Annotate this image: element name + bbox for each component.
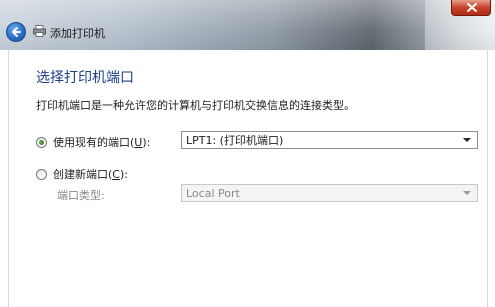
existing-port-select[interactable]: LPT1: (打印机端口) — [181, 131, 478, 149]
port-type-value: Local Port — [186, 186, 240, 200]
create-new-port-label: 创建新端口(C): — [53, 168, 128, 181]
use-existing-port-radio[interactable] — [36, 136, 47, 148]
chevron-down-icon — [463, 138, 471, 142]
existing-port-value: LPT1: (打印机端口) — [186, 134, 284, 147]
printer-icon — [33, 25, 46, 37]
close-button[interactable] — [451, 0, 491, 16]
create-new-port-radio[interactable] — [36, 168, 47, 180]
back-arrow-icon — [12, 27, 21, 37]
window-title: 添加打印机 — [50, 27, 105, 40]
wizard-content: 选择打印机端口 打印机端口是一种允许您的计算机与打印机交换信息的连接类型。 使用… — [8, 50, 488, 307]
page-heading: 选择打印机端口 — [36, 70, 134, 86]
chevron-down-icon — [463, 191, 471, 195]
port-type-select[interactable]: Local Port — [181, 184, 478, 202]
port-type-label: 端口类型: — [57, 189, 105, 202]
use-existing-port-option[interactable]: 使用现有的端口(U): — [36, 134, 150, 150]
close-icon — [467, 3, 477, 12]
page-description: 打印机端口是一种允许您的计算机与打印机交换信息的连接类型。 — [36, 99, 355, 112]
use-existing-port-label: 使用现有的端口(U): — [53, 136, 151, 149]
create-new-port-option[interactable]: 创建新端口(C): — [36, 166, 128, 182]
back-button[interactable] — [6, 22, 26, 42]
title-bar: 添加打印机 — [0, 0, 495, 50]
